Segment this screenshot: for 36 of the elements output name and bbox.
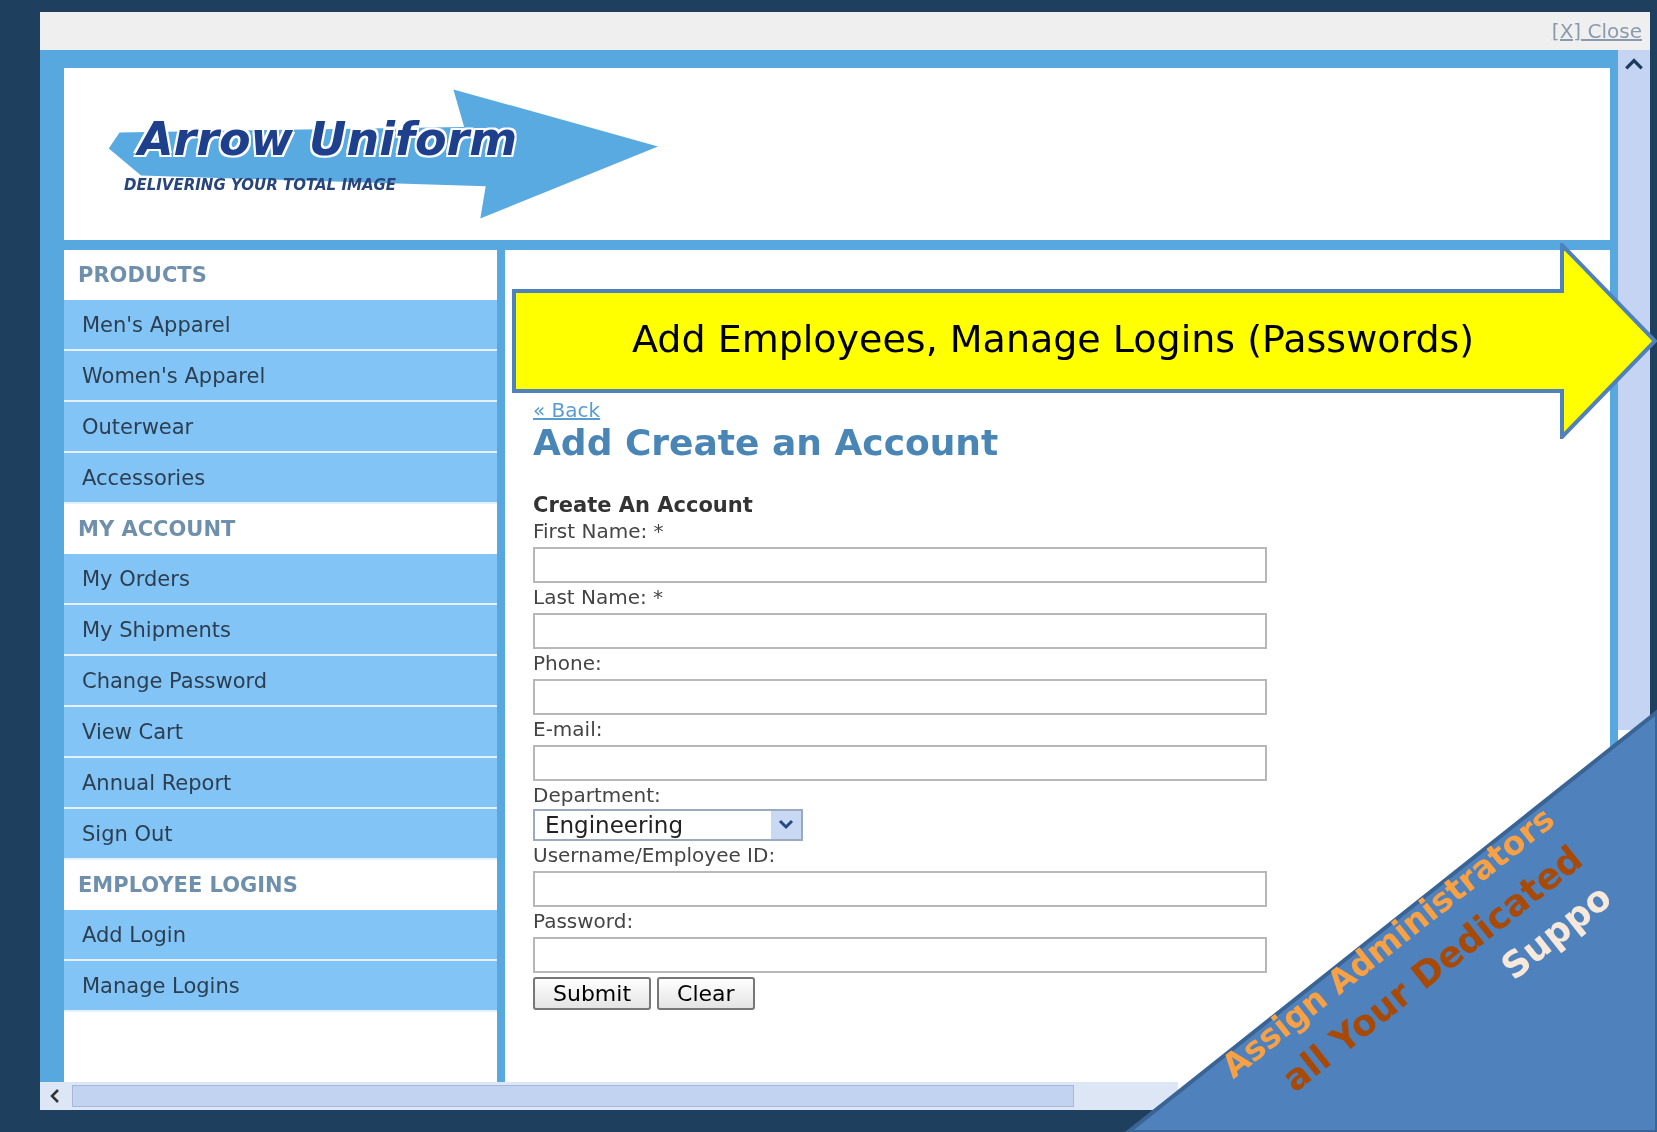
scroll-thumb[interactable] (72, 1085, 1074, 1107)
department-dropdown[interactable]: Engineering (533, 809, 803, 841)
field-label: E-mail: (533, 717, 604, 741)
back-link[interactable]: « Back (533, 398, 601, 422)
input-field[interactable] (533, 871, 1267, 907)
sidebar-item[interactable]: My Shipments (64, 605, 497, 656)
sidebar-item[interactable]: Sign Out (64, 809, 497, 860)
sidebar-item[interactable]: My Orders (64, 554, 497, 605)
sidebar-item[interactable]: Accessories (64, 453, 497, 504)
sidebar-item[interactable]: Add Login (64, 910, 497, 961)
sidebar-item[interactable]: Outerwear (64, 402, 497, 453)
callout-text: Add Employees, Manage Logins (Passwords) (632, 317, 1475, 361)
scroll-up-icon[interactable] (1623, 56, 1645, 72)
input-field[interactable] (533, 745, 1267, 781)
vertical-scrollbar[interactable] (1618, 50, 1650, 730)
input-field[interactable] (533, 679, 1267, 715)
input-field[interactable] (533, 937, 1267, 973)
form-button[interactable]: Submit (533, 977, 652, 1010)
logo-tagline: DELIVERING YOUR TOTAL IMAGE (124, 176, 397, 194)
field-label: First Name: * (533, 519, 665, 543)
field-label: Last Name: * (533, 585, 665, 609)
horizontal-scrollbar[interactable] (40, 1082, 1178, 1110)
field-label: Phone: (533, 651, 603, 675)
form-heading: Create An Account (533, 493, 754, 517)
sidebar-item[interactable]: Annual Report (64, 758, 497, 809)
page-title: Add Create an Account (533, 422, 1000, 463)
sidebar-item[interactable]: Men's Apparel (64, 300, 497, 351)
sidebar-item[interactable]: Change Password (64, 656, 497, 707)
sidebar-item[interactable]: View Cart (64, 707, 497, 758)
sidebar-item[interactable]: Manage Logins (64, 961, 497, 1012)
input-field[interactable] (533, 613, 1267, 649)
caret-icon (771, 811, 801, 839)
input-field[interactable] (533, 547, 1267, 583)
field-label: Department: (533, 783, 662, 807)
sidebar-item[interactable]: Women's Apparel (64, 351, 497, 402)
form-button[interactable]: Clear (657, 977, 755, 1010)
